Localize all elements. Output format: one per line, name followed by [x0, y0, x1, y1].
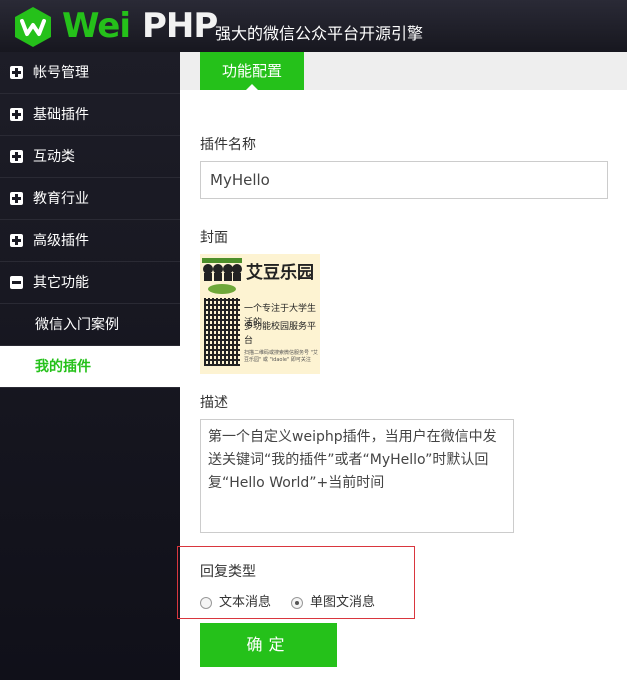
sidebar-item-label: 其它功能	[33, 275, 89, 291]
plugin-name-input[interactable]	[200, 161, 608, 199]
minus-square-icon	[10, 276, 23, 289]
sidebar-item-advanced-plugins[interactable]: 高级插件	[0, 220, 180, 262]
cover-title: 艾豆乐园	[246, 263, 314, 283]
cover-image[interactable]: 艾豆乐园 一个专注于大学生活的 多功能校园服务平台 扫描二维码或搜索微信服务号 …	[200, 254, 320, 374]
sidebar-subitem-my-plugins[interactable]: 我的插件	[0, 346, 180, 388]
top-header: Wei PHP 强大的微信公众平台开源引擎	[0, 0, 627, 52]
header-slogan: 强大的微信公众平台开源引擎	[215, 24, 424, 43]
weiphp-logo-icon	[15, 7, 51, 47]
sidebar-item-account-management[interactable]: 帐号管理	[0, 52, 180, 94]
sidebar-item-label: 基础插件	[33, 107, 89, 123]
sidebar-item-label: 教育行业	[33, 191, 89, 207]
highlight-box	[177, 546, 415, 619]
cover-label: 封面	[200, 230, 228, 246]
plus-square-icon	[10, 192, 23, 205]
people-illustration-icon	[202, 258, 242, 294]
tab-function-config[interactable]: 功能配置	[200, 52, 304, 90]
confirm-button[interactable]: 确定	[200, 623, 337, 667]
sidebar-item-basic-plugins[interactable]: 基础插件	[0, 94, 180, 136]
sidebar-item-label: 互动类	[33, 149, 75, 165]
cover-slogan-line2: 多功能校园服务平台	[244, 322, 317, 346]
description-textarea[interactable]: 第一个自定义weiphp插件，当用户在微信中发送关键词“我的插件”或者“MyHe…	[200, 419, 514, 533]
qr-code-icon	[204, 298, 240, 366]
logo-text-php: PHP	[142, 6, 218, 46]
sidebar-item-education[interactable]: 教育行业	[0, 178, 180, 220]
cover-fine-print: 扫描二维码或搜索微信服务号 "艾豆乐园" 或 "idaole" 即可关注	[244, 350, 318, 363]
sidebar-item-interactive[interactable]: 互动类	[0, 136, 180, 178]
description-label: 描述	[200, 395, 228, 411]
sidebar-item-other-functions[interactable]: 其它功能	[0, 262, 180, 304]
plus-square-icon	[10, 234, 23, 247]
plus-square-icon	[10, 66, 23, 79]
sidebar-item-label: 帐号管理	[33, 65, 89, 81]
plus-square-icon	[10, 150, 23, 163]
logo-text-wei: Wei	[62, 6, 131, 46]
sidebar-subitem-wechat-intro[interactable]: 微信入门案例	[0, 304, 180, 346]
sidebar-item-label: 高级插件	[33, 233, 89, 249]
sidebar: 帐号管理 基础插件 互动类 教育行业 高级插件 其它功能 微信入门案例 我的插件	[0, 52, 180, 680]
plus-square-icon	[10, 108, 23, 121]
tab-bar: 功能配置	[180, 52, 627, 90]
plugin-name-label: 插件名称	[200, 137, 256, 153]
